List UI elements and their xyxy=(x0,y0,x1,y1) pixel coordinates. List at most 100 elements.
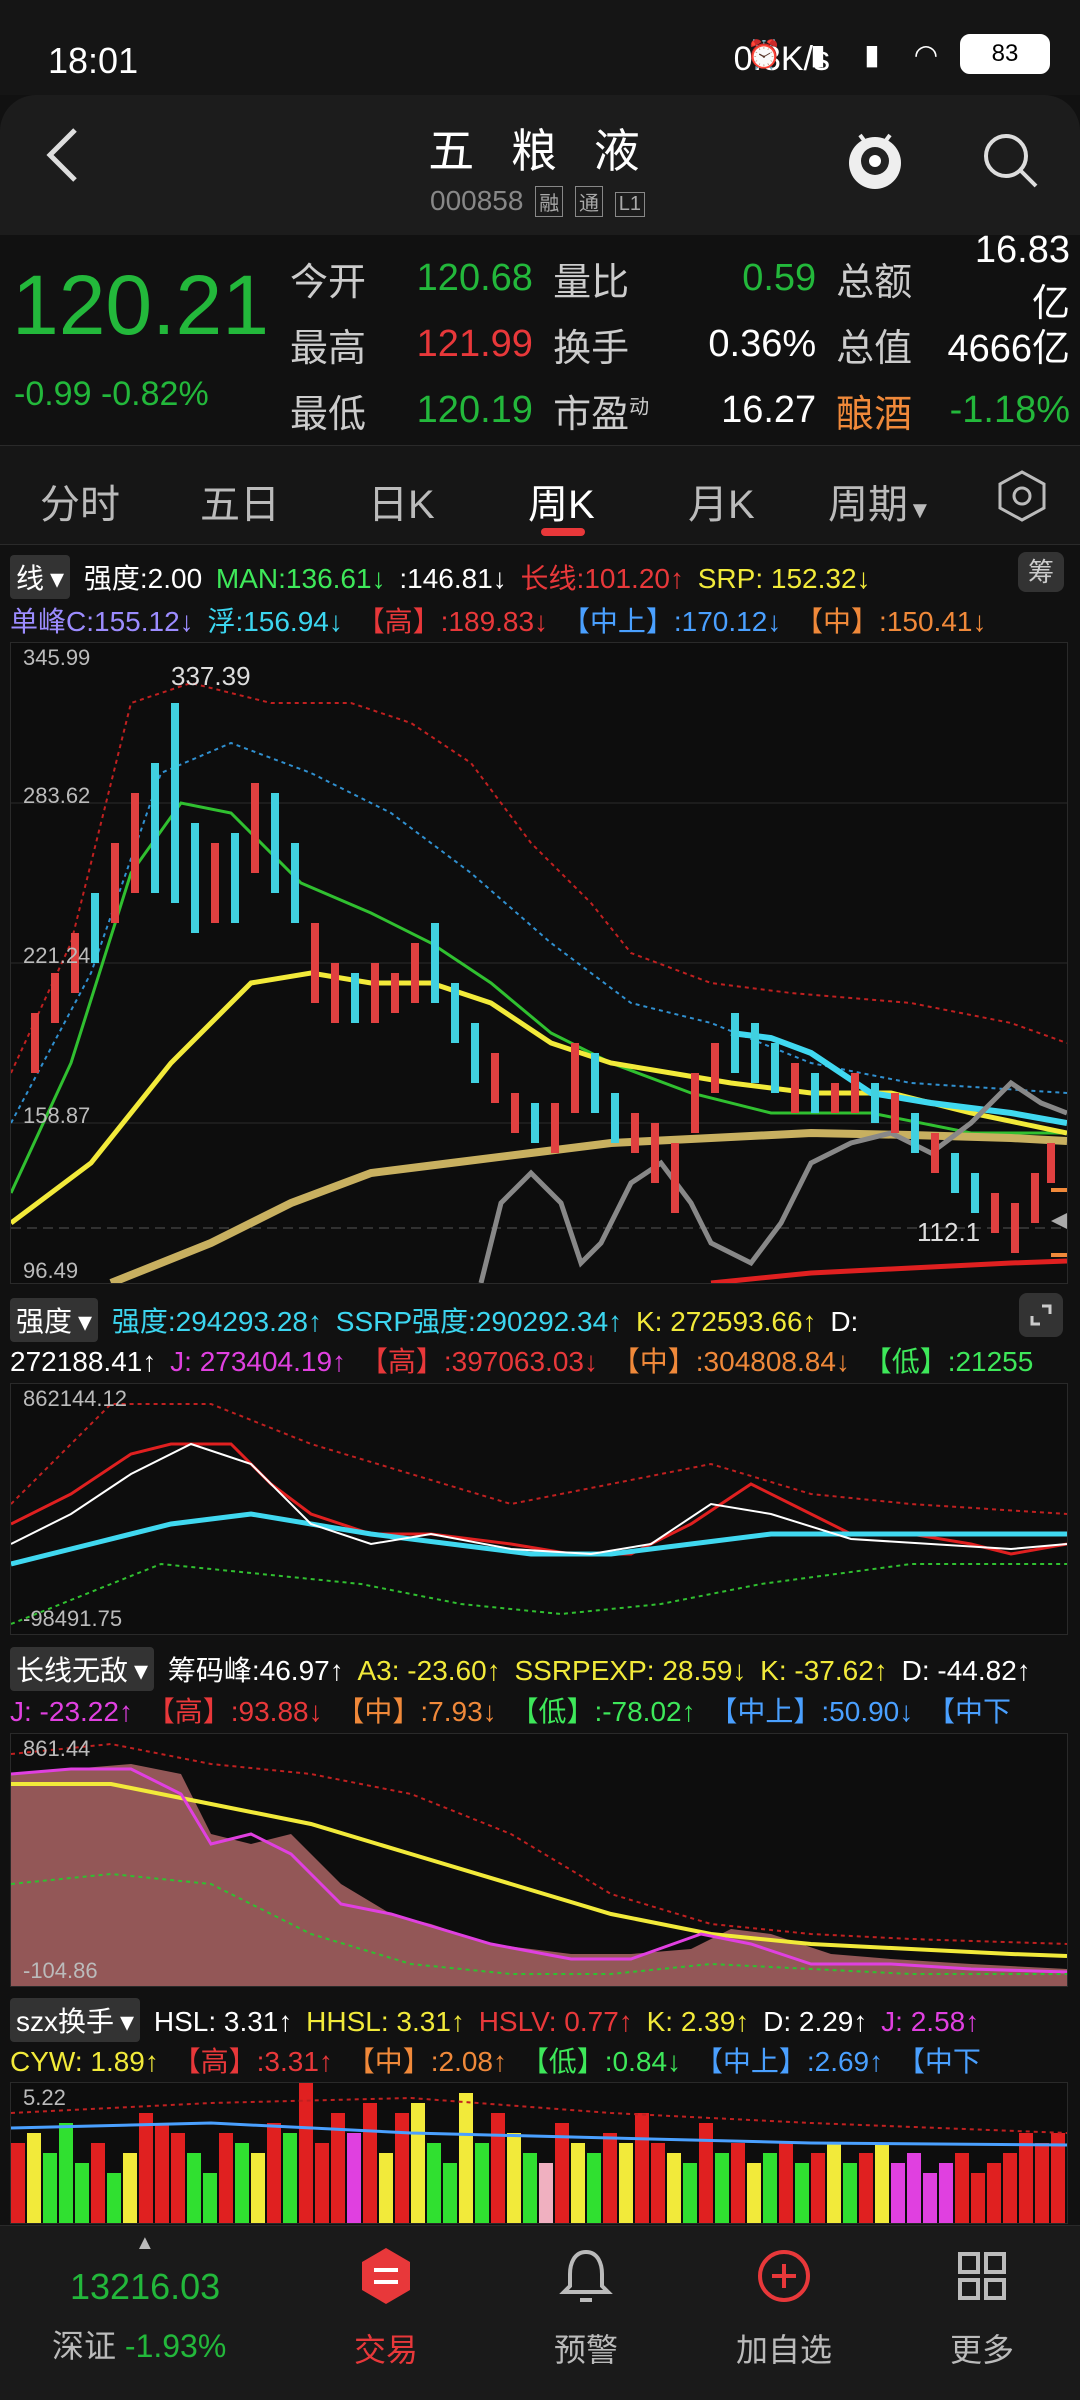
nav-trade[interactable]: 交易 xyxy=(316,2246,456,2371)
signal-icon-2: ▮ xyxy=(864,38,880,70)
settings-hexagon-icon[interactable] xyxy=(994,468,1050,524)
strength-red-band xyxy=(10,1403,1068,1515)
label-amount: 总额 xyxy=(836,261,913,304)
main-man: MAN:136.61↓ xyxy=(215,563,386,594)
long-k: K: -37.62↑ xyxy=(760,1655,888,1686)
turnover-j: J: 2.58↑ xyxy=(881,2006,980,2037)
long-indicator-selector[interactable]: 长线无敌 ▾ xyxy=(10,1647,155,1691)
value-low: 120.19 xyxy=(416,388,533,431)
strength-selector-label: 强度 xyxy=(16,1306,73,1337)
value-sector: -1.18% xyxy=(949,388,1070,431)
robot-assistant-icon[interactable] xyxy=(840,125,910,195)
tag-connect: 通 xyxy=(575,186,603,217)
main-kline-chart[interactable]: 345.99 283.62 221.24 158.87 96.49 337.39… xyxy=(9,642,1068,1287)
nav-alert[interactable]: 预警 xyxy=(516,2246,656,2371)
peak-price-label: 337.39 xyxy=(171,661,251,691)
main-y-label-4: 158.87 xyxy=(23,1103,91,1128)
current-price: 120.21 xyxy=(12,258,269,352)
nav-add-watchlist[interactable]: 加自选 xyxy=(714,2246,854,2371)
turnover-red-band xyxy=(10,2096,1068,2134)
turnover-low: 【低】:0.84↓ xyxy=(520,2046,682,2077)
add-circle-icon xyxy=(758,2250,810,2302)
nav-trade-label: 交易 xyxy=(353,2332,418,2368)
long-middown: 【中下 xyxy=(927,1696,1012,1727)
change-percent: -0.82% xyxy=(100,375,209,413)
strength-chart[interactable]: 862144.12 -98491.75 xyxy=(10,1383,1068,1635)
long-chart-svg xyxy=(10,1742,1068,1986)
strength-indicator-selector[interactable]: 强度 ▾ xyxy=(10,1298,99,1342)
red-bottom-line xyxy=(710,1258,1068,1286)
label-pe: 市盈动 xyxy=(553,383,670,438)
turnover-hsl: HSL: 3.31↑ xyxy=(153,2006,293,2037)
header: 五 粮 液 000858 融 通 L1 xyxy=(0,95,1080,235)
tab-daily-k[interactable]: 日K xyxy=(368,472,435,530)
long-ssrpexp: SSRPEXP: 28.59↓ xyxy=(514,1655,747,1686)
label-low: 最低 xyxy=(290,393,367,436)
alarm-icon: ⏰ xyxy=(746,38,782,70)
strength-indicator-line2: 272188.41↑ J: 273404.19↑ 【高】:397063.03↓ … xyxy=(10,1340,1039,1380)
battery-icon: 83 xyxy=(960,34,1050,74)
main-high: 【高】:189.83↓ xyxy=(356,606,549,637)
search-icon[interactable] xyxy=(980,130,1040,190)
turnover-chart[interactable]: 5.22 xyxy=(10,2082,1068,2224)
period-tabs: 分时 五日 日K 周K 月K 周期▼ xyxy=(0,445,1080,545)
main-man2: :146.81↓ xyxy=(399,563,507,594)
turnover-hslv: HSLV: 0.77↑ xyxy=(478,2006,633,2037)
expand-icon[interactable] xyxy=(1018,1292,1064,1338)
long-midup: 【中上】:50.90↓ xyxy=(709,1696,914,1727)
nav-more[interactable]: 更多 xyxy=(912,2246,1052,2371)
strength-high: 【高】:397063.03↓ xyxy=(359,1346,598,1377)
label-sector[interactable]: 酿酒 xyxy=(836,383,943,438)
strength-d-label: D: xyxy=(830,1306,859,1337)
turnover-selector-label: szx换手 xyxy=(16,2006,115,2037)
nav-add-watchlist-label: 加自选 xyxy=(735,2332,832,2368)
tab-period-label: 周期 xyxy=(828,483,908,527)
value-market-cap: 4666亿 xyxy=(947,327,1070,370)
price-marker-orange xyxy=(1051,1188,1067,1192)
quote-panel: 120.21 -0.99 -0.82% 今开 120.68 量比 0.59 总额… xyxy=(0,229,1080,445)
change-value: -0.99 xyxy=(14,375,92,413)
strength-value: 强度:294293.28↑ xyxy=(111,1306,322,1337)
index-value: 13216.03 xyxy=(70,2266,221,2307)
tab-five-day[interactable]: 五日 xyxy=(200,472,280,530)
long-selector-label: 长线无敌 xyxy=(16,1655,129,1686)
long-low: 【低】:-78.02↑ xyxy=(510,1696,696,1727)
tab-intraday[interactable]: 分时 xyxy=(40,472,120,530)
label-volume-ratio: 量比 xyxy=(553,261,630,304)
turnover-k: K: 2.39↑ xyxy=(646,2006,750,2037)
tab-weekly-k[interactable]: 周K xyxy=(528,472,595,530)
main-indicator-selector[interactable]: 线 ▾ xyxy=(10,555,71,599)
turnover-mid: 【中】:2.08↑ xyxy=(346,2046,507,2077)
quote-row: 最高 121.99 换手 0.36% 总值 4666亿 xyxy=(290,311,1070,377)
turnover-hhsl: HHSL: 3.31↑ xyxy=(306,2006,465,2037)
quote-row: 最低 120.19 市盈动 16.27 酿酒 -1.18% xyxy=(290,377,1070,443)
signal-icon: ▮ xyxy=(810,38,826,70)
price-marker-orange-2 xyxy=(1051,1253,1067,1257)
turnover-indicator-line2: CYW: 1.89↑ 【高】:3.31↑ 【中】:2.08↑ 【低】:0.84↓… xyxy=(10,2040,987,2080)
quote-grid: 今开 120.68 量比 0.59 总额 16.83亿 最高 121.99 换手… xyxy=(290,229,1070,443)
main-srp: SRP: 152.32↓ xyxy=(697,563,871,594)
main-midup: 【中上】:170.12↓ xyxy=(561,606,782,637)
long-high: 【高】:93.88↓ xyxy=(146,1696,323,1727)
turnover-chart-svg xyxy=(10,2083,1068,2223)
value-amount: 16.83亿 xyxy=(974,229,1070,325)
tab-monthly-k[interactable]: 月K xyxy=(688,472,755,530)
turnover-indicator-line1: szx换手 ▾ HSL: 3.31↑ HHSL: 3.31↑ HSLV: 0.77… xyxy=(10,1998,985,2042)
strength-chart-svg xyxy=(10,1403,1068,1625)
red-upper-band xyxy=(10,681,1068,1074)
label-high: 最高 xyxy=(290,327,367,370)
index-change: -1.93% xyxy=(124,2328,227,2364)
turnover-midup: 【中上】:2.69↑ xyxy=(694,2046,884,2077)
strength-k: K: 272593.66↑ xyxy=(635,1306,817,1337)
strength-j: J: 273404.19↑ xyxy=(170,1346,347,1377)
main-strength: 强度:2.00 xyxy=(83,563,203,594)
long-j: J: -23.22↑ xyxy=(10,1696,133,1727)
index-name: 深证 xyxy=(52,2328,117,2364)
long-chart[interactable]: 861.44 -104.86 xyxy=(10,1733,1068,1987)
main-y-label-5: 96.49 xyxy=(23,1258,79,1283)
turnover-bars xyxy=(11,2083,1065,2223)
tab-period[interactable]: 周期▼ xyxy=(828,472,932,530)
turnover-indicator-selector[interactable]: szx换手 ▾ xyxy=(10,1998,141,2042)
chip-button[interactable]: 筹 xyxy=(1018,552,1064,592)
main-chart-svg xyxy=(9,681,1068,1287)
